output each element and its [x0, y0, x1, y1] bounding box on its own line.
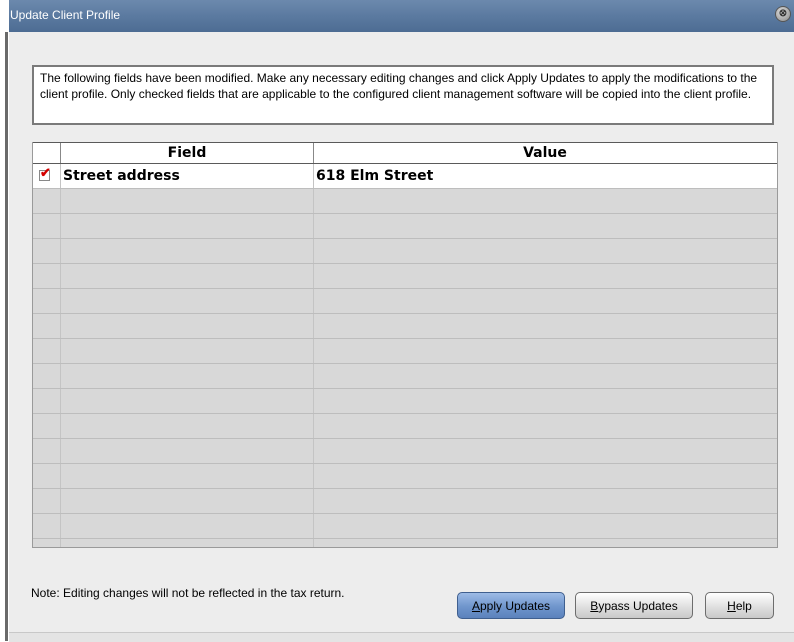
empty-row[interactable] [33, 514, 777, 539]
check-mark-icon: ✔ [40, 165, 51, 180]
update-client-profile-window: Update Client Profile ⊗ The following fi… [0, 0, 794, 642]
instructions-text: The following fields have been modified.… [32, 65, 774, 125]
window-title: Update Client Profile [10, 8, 121, 22]
column-header-value[interactable]: Value [314, 145, 776, 161]
empty-row[interactable] [33, 339, 777, 364]
empty-row[interactable] [33, 314, 777, 339]
bypass-updates-button[interactable]: Bypass Updates [575, 592, 693, 619]
empty-row[interactable] [33, 389, 777, 414]
empty-row[interactable] [33, 439, 777, 464]
updates-grid: Field Value ✔ Street address 618 Elm Str… [32, 142, 778, 548]
window-left-border [0, 0, 9, 641]
note-text: Note: Editing changes will not be reflec… [31, 586, 345, 600]
value-cell[interactable]: 618 Elm Street [316, 168, 433, 184]
empty-row[interactable] [33, 289, 777, 314]
empty-row[interactable] [33, 414, 777, 439]
row-checkbox[interactable]: ✔ [39, 166, 51, 181]
help-button[interactable]: Help [705, 592, 774, 619]
empty-row[interactable] [33, 464, 777, 489]
empty-row[interactable] [33, 239, 777, 264]
empty-row[interactable] [33, 539, 777, 547]
apply-updates-button[interactable]: Apply Updates [457, 592, 565, 619]
table-row[interactable]: ✔ Street address 618 Elm Street [33, 164, 777, 189]
field-cell[interactable]: Street address [63, 168, 180, 184]
empty-row[interactable] [33, 364, 777, 389]
empty-row[interactable] [33, 264, 777, 289]
empty-row[interactable] [33, 489, 777, 514]
empty-row[interactable] [33, 189, 777, 214]
grid-header: Field Value [33, 142, 777, 164]
column-header-field[interactable]: Field [61, 145, 313, 161]
close-icon[interactable]: ⊗ [775, 6, 791, 22]
title-bar[interactable]: Update Client Profile [0, 0, 794, 32]
empty-row[interactable] [33, 214, 777, 239]
